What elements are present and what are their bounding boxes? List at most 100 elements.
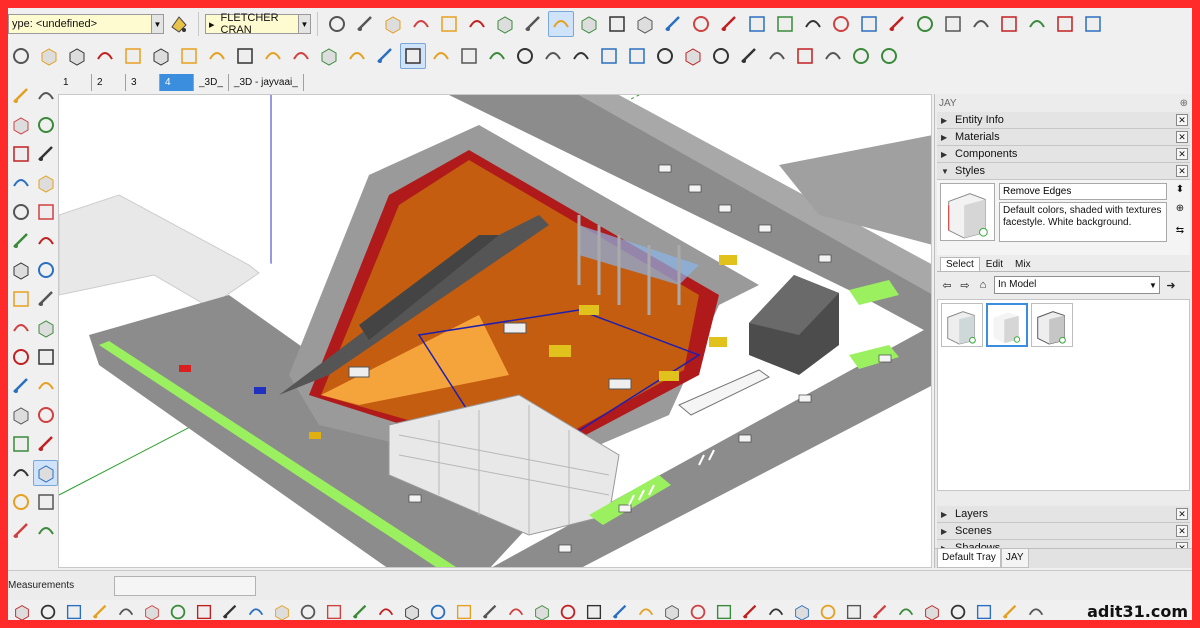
previous-icon[interactable] (33, 518, 58, 544)
toolbar-icon[interactable] (870, 602, 890, 619)
previous-view-icon[interactable] (512, 43, 538, 69)
toolbar-icon[interactable] (38, 602, 58, 620)
tab-jay[interactable]: JAY (1000, 549, 1029, 568)
target-icon[interactable] (576, 11, 602, 37)
rotated-rectangle-icon[interactable] (744, 11, 770, 37)
toolbar-icon[interactable] (818, 602, 838, 620)
paint-bucket-icon[interactable] (8, 112, 33, 138)
panel-scenes[interactable]: ▶ Scenes ✕ (937, 523, 1190, 540)
rotate-icon[interactable] (8, 315, 33, 341)
toolbar-icon[interactable] (948, 602, 968, 620)
toolbar-icon[interactable] (766, 602, 786, 618)
panel-entity-info[interactable]: ▶ Entity Info ✕ (937, 112, 1190, 129)
look-around-icon[interactable] (596, 43, 622, 69)
style-preview-thumbnail[interactable] (940, 183, 995, 241)
tab-default-tray[interactable]: Default Tray (937, 549, 1001, 568)
circle-icon[interactable] (8, 199, 33, 225)
tab-scene-2[interactable]: 2 (92, 74, 126, 91)
tab-scene-3d[interactable]: _3D_ (194, 74, 229, 91)
toolbar-icon[interactable] (662, 602, 682, 620)
toolbar-icon[interactable] (584, 602, 604, 620)
chevron-down-icon[interactable]: ▼ (151, 15, 163, 33)
orbit-icon[interactable] (8, 460, 33, 486)
house-icon[interactable] (940, 11, 966, 37)
measurements-input[interactable] (114, 576, 256, 596)
arc-icon[interactable] (828, 11, 854, 37)
box-3d-icon[interactable] (680, 43, 706, 69)
followme-icon[interactable] (120, 43, 146, 69)
shaded-cube-icon[interactable] (548, 11, 574, 37)
toolbar-icon[interactable] (610, 602, 630, 619)
polygon-icon[interactable] (33, 199, 58, 225)
barn-icon[interactable] (1024, 11, 1050, 37)
toolbar-icon[interactable] (532, 602, 552, 620)
rotate-icon[interactable] (92, 43, 118, 69)
toolbar-icon[interactable] (480, 602, 500, 619)
toolbar-icon[interactable] (272, 602, 292, 620)
create-style-icon[interactable]: ⊕ (1174, 202, 1186, 214)
sandbox-icon[interactable] (764, 43, 790, 69)
back-arrow-icon[interactable]: ⇦ (940, 278, 954, 292)
toolbar-icon[interactable] (350, 602, 370, 619)
toolbar-icon[interactable] (90, 602, 110, 619)
eraser-icon[interactable] (33, 112, 58, 138)
toolbar-icon[interactable] (636, 602, 656, 618)
layers-icon[interactable] (520, 11, 546, 37)
camera-movie-icon[interactable] (736, 43, 762, 69)
polygon-icon[interactable] (800, 11, 826, 37)
update-style-icon[interactable]: ⬍ (1174, 183, 1186, 195)
box-open-icon[interactable] (436, 11, 462, 37)
box-icon[interactable] (380, 11, 406, 37)
component-icon[interactable] (33, 83, 58, 109)
box-solid-icon[interactable] (492, 11, 518, 37)
offset-icon[interactable] (33, 344, 58, 370)
close-icon[interactable]: ✕ (1176, 508, 1188, 520)
toolbar-icon[interactable] (194, 602, 214, 620)
cursor-icon[interactable] (324, 11, 350, 37)
pan-icon[interactable] (33, 460, 58, 486)
move-icon[interactable] (36, 43, 62, 69)
panel-materials[interactable]: ▶ Materials ✕ (937, 129, 1190, 146)
close-icon[interactable]: ✕ (1176, 148, 1188, 160)
toolbar-icon[interactable] (740, 602, 760, 619)
toolbar-icon[interactable] (298, 602, 318, 620)
pencil-icon[interactable] (660, 11, 686, 37)
3d-text-icon[interactable] (33, 431, 58, 457)
scale-icon[interactable] (148, 43, 174, 69)
pin-icon[interactable]: ⊕ (1180, 98, 1188, 109)
store-icon[interactable] (1080, 11, 1106, 37)
orbit-icon[interactable] (372, 43, 398, 69)
panel-components[interactable]: ▶ Components ✕ (937, 146, 1190, 163)
rotated-rectangle-icon[interactable] (33, 170, 58, 196)
toolbar-icon[interactable] (1000, 602, 1020, 619)
collection-select[interactable]: In Model ▼ (994, 276, 1160, 294)
tape-measure-icon[interactable] (204, 43, 230, 69)
followme-icon[interactable] (33, 315, 58, 341)
style-description-field[interactable]: Default colors, shaded with textures fac… (999, 202, 1167, 242)
toolbar-icon[interactable] (454, 602, 474, 620)
cylinder-icon[interactable] (652, 43, 678, 69)
zoom-extents-icon[interactable] (8, 518, 33, 544)
paint-bucket-icon[interactable] (352, 11, 378, 37)
dimension-icon[interactable] (232, 43, 258, 69)
zoom-icon[interactable] (8, 489, 33, 515)
walk-icon[interactable] (568, 43, 594, 69)
pushpull-icon[interactable] (33, 286, 58, 312)
tab-scene-1[interactable]: 1 (58, 74, 92, 91)
toolbar-icon[interactable] (402, 602, 422, 620)
toolbar-icon[interactable] (922, 602, 942, 620)
smoove-icon[interactable] (848, 43, 874, 69)
text-icon[interactable] (288, 43, 314, 69)
style-thumbnail-selected[interactable] (986, 303, 1028, 347)
select-icon[interactable] (8, 83, 33, 109)
rectangle-icon[interactable] (716, 11, 742, 37)
toolbar-icon[interactable] (116, 602, 136, 618)
toolbar-icon[interactable] (168, 602, 188, 620)
offset-icon[interactable] (176, 43, 202, 69)
zoom-icon[interactable] (428, 43, 454, 69)
details-arrow-icon[interactable]: ➜ (1164, 278, 1178, 292)
zoom-extents-icon[interactable] (484, 43, 510, 69)
toolbar-icon[interactable] (714, 602, 734, 620)
axes-icon[interactable] (316, 43, 342, 69)
model-viewport[interactable] (58, 94, 932, 568)
